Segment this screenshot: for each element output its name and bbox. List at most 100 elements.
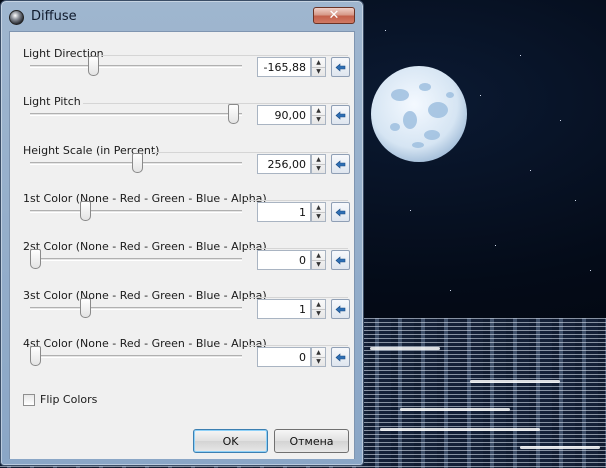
slider-track[interactable]: [30, 210, 242, 213]
chevron-down-icon[interactable]: ▼: [312, 115, 325, 124]
diffuse-dialog: Diffuse ✕ Flip Colors Light Direction -16…: [0, 0, 364, 466]
slider-track[interactable]: [30, 355, 242, 358]
chevron-down-icon[interactable]: ▼: [312, 67, 325, 76]
group-divider: [83, 103, 348, 104]
star: [480, 95, 481, 96]
close-icon: ✕: [328, 8, 340, 23]
value-spinner: ▲ ▼: [311, 105, 326, 125]
ok-button[interactable]: OK: [193, 429, 268, 453]
reset-button[interactable]: [331, 250, 350, 270]
control-label: Light Pitch: [23, 95, 81, 108]
settings-panel: Flip Colors Light Direction -165,88 ▲ ▼ Ligh…: [9, 31, 355, 427]
control-group: Height Scale (in Percent) 256,00 ▲ ▼: [10, 144, 354, 192]
control-group: 3st Color (None - Red - Green - Blue - A…: [10, 289, 354, 337]
control-label: 4st Color (None - Red - Green - Blue - A…: [23, 337, 267, 350]
control-group: 4st Color (None - Red - Green - Blue - A…: [10, 337, 354, 385]
slider-thumb[interactable]: [80, 201, 91, 221]
window-title: Diffuse: [31, 9, 77, 24]
slider-thumb[interactable]: [228, 104, 239, 124]
value-text: -165,88: [263, 61, 306, 74]
sea-highlight: [400, 408, 510, 411]
close-button[interactable]: ✕: [313, 7, 355, 24]
reset-button[interactable]: [331, 154, 350, 174]
star: [410, 210, 411, 211]
chevron-down-icon[interactable]: ▼: [312, 212, 325, 221]
star: [385, 30, 386, 31]
flip-colors-checkbox[interactable]: [23, 394, 35, 406]
chevron-down-icon[interactable]: ▼: [312, 309, 325, 318]
group-divider: [244, 345, 348, 346]
slider-track[interactable]: [30, 65, 242, 68]
control-group: Light Direction -165,88 ▲ ▼: [10, 47, 354, 95]
value-text: 0: [299, 351, 306, 364]
value-text: 90,00: [274, 109, 307, 122]
arrow-left-icon: [335, 304, 346, 314]
title-bar[interactable]: Diffuse ✕: [1, 1, 363, 29]
control-group: Light Pitch 90,00 ▲ ▼: [10, 95, 354, 143]
control-label: 3st Color (None - Red - Green - Blue - A…: [23, 289, 267, 302]
slider-thumb[interactable]: [30, 346, 41, 366]
value-spinner: ▲ ▼: [311, 57, 326, 77]
value-text: 0: [299, 254, 306, 267]
window-orb-icon: [9, 10, 24, 25]
star: [575, 200, 576, 201]
arrow-left-icon: [335, 352, 346, 362]
star: [590, 270, 591, 271]
slider-track[interactable]: [30, 307, 242, 310]
value-input[interactable]: 1: [257, 299, 311, 319]
slider-track[interactable]: [30, 258, 242, 261]
arrow-left-icon: [335, 207, 346, 217]
value-text: 256,00: [267, 158, 307, 171]
star: [530, 170, 531, 171]
chevron-down-icon[interactable]: ▼: [312, 164, 325, 173]
reset-button[interactable]: [331, 57, 350, 77]
arrow-left-icon: [335, 110, 346, 120]
value-input[interactable]: 256,00: [257, 154, 311, 174]
value-spinner: ▲ ▼: [311, 202, 326, 222]
chevron-down-icon[interactable]: ▼: [312, 260, 325, 269]
arrow-left-icon: [335, 62, 346, 72]
sea-highlight: [380, 428, 540, 431]
group-divider: [151, 152, 348, 153]
value-input[interactable]: 90,00: [257, 105, 311, 125]
star: [560, 120, 561, 121]
flip-colors-label: Flip Colors: [40, 393, 98, 406]
button-bar: OK Отмена: [9, 425, 355, 459]
control-group: 2st Color (None - Red - Green - Blue - A…: [10, 240, 354, 288]
moon-image: [371, 66, 467, 162]
value-input[interactable]: 0: [257, 347, 311, 367]
slider-track[interactable]: [30, 113, 242, 116]
group-divider: [101, 55, 348, 56]
arrow-left-icon: [335, 255, 346, 265]
value-input[interactable]: 1: [257, 202, 311, 222]
sea-highlight: [370, 347, 440, 350]
sea-highlight: [470, 380, 560, 383]
value-spinner: ▲ ▼: [311, 154, 326, 174]
group-divider: [244, 248, 348, 249]
reset-button[interactable]: [331, 347, 350, 367]
group-divider: [244, 200, 348, 201]
slider-thumb[interactable]: [132, 153, 143, 173]
reset-button[interactable]: [331, 202, 350, 222]
star: [520, 55, 521, 56]
cancel-button[interactable]: Отмена: [274, 429, 349, 453]
sea-highlight: [520, 446, 600, 449]
control-group: 1st Color (None - Red - Green - Blue - A…: [10, 192, 354, 240]
control-label: 2st Color (None - Red - Green - Blue - A…: [23, 240, 267, 253]
value-spinner: ▲ ▼: [311, 250, 326, 270]
reset-button[interactable]: [331, 105, 350, 125]
star: [450, 290, 451, 291]
slider-thumb[interactable]: [30, 249, 41, 269]
value-text: 1: [299, 206, 306, 219]
value-spinner: ▲ ▼: [311, 299, 326, 319]
value-input[interactable]: -165,88: [257, 57, 311, 77]
control-label: 1st Color (None - Red - Green - Blue - A…: [23, 192, 267, 205]
star: [495, 245, 496, 246]
value-input[interactable]: 0: [257, 250, 311, 270]
value-spinner: ▲ ▼: [311, 347, 326, 367]
chevron-down-icon[interactable]: ▼: [312, 357, 325, 366]
slider-thumb[interactable]: [80, 298, 91, 318]
slider-thumb[interactable]: [88, 56, 99, 76]
reset-button[interactable]: [331, 299, 350, 319]
arrow-left-icon: [335, 159, 346, 169]
